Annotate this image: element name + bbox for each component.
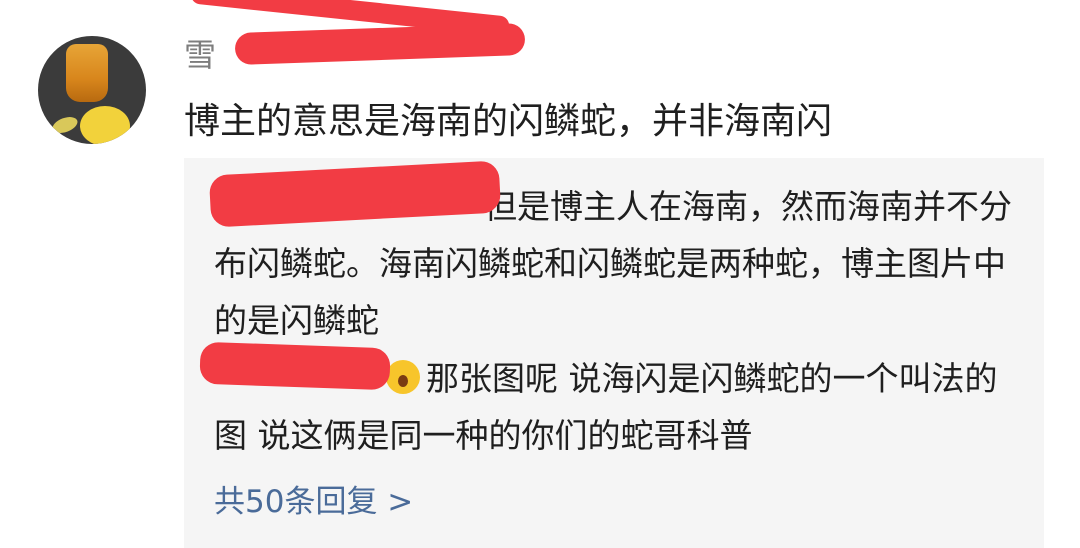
avatar-leaf-shape (50, 113, 80, 137)
redaction-scribble (199, 341, 391, 391)
more-replies-link[interactable]: 共50条回复 > (214, 476, 413, 521)
scared-face-emoji-icon (386, 360, 420, 394)
comment-username[interactable]: 雪 (184, 30, 217, 76)
avatar[interactable] (38, 36, 146, 144)
comment-text: 博主的意思是海南的闪鳞蛇，并非海南闪 (184, 101, 833, 142)
avatar-lemon-shape (80, 106, 130, 144)
avatar-jar-shape (66, 44, 108, 102)
redaction-scribble (234, 22, 526, 66)
